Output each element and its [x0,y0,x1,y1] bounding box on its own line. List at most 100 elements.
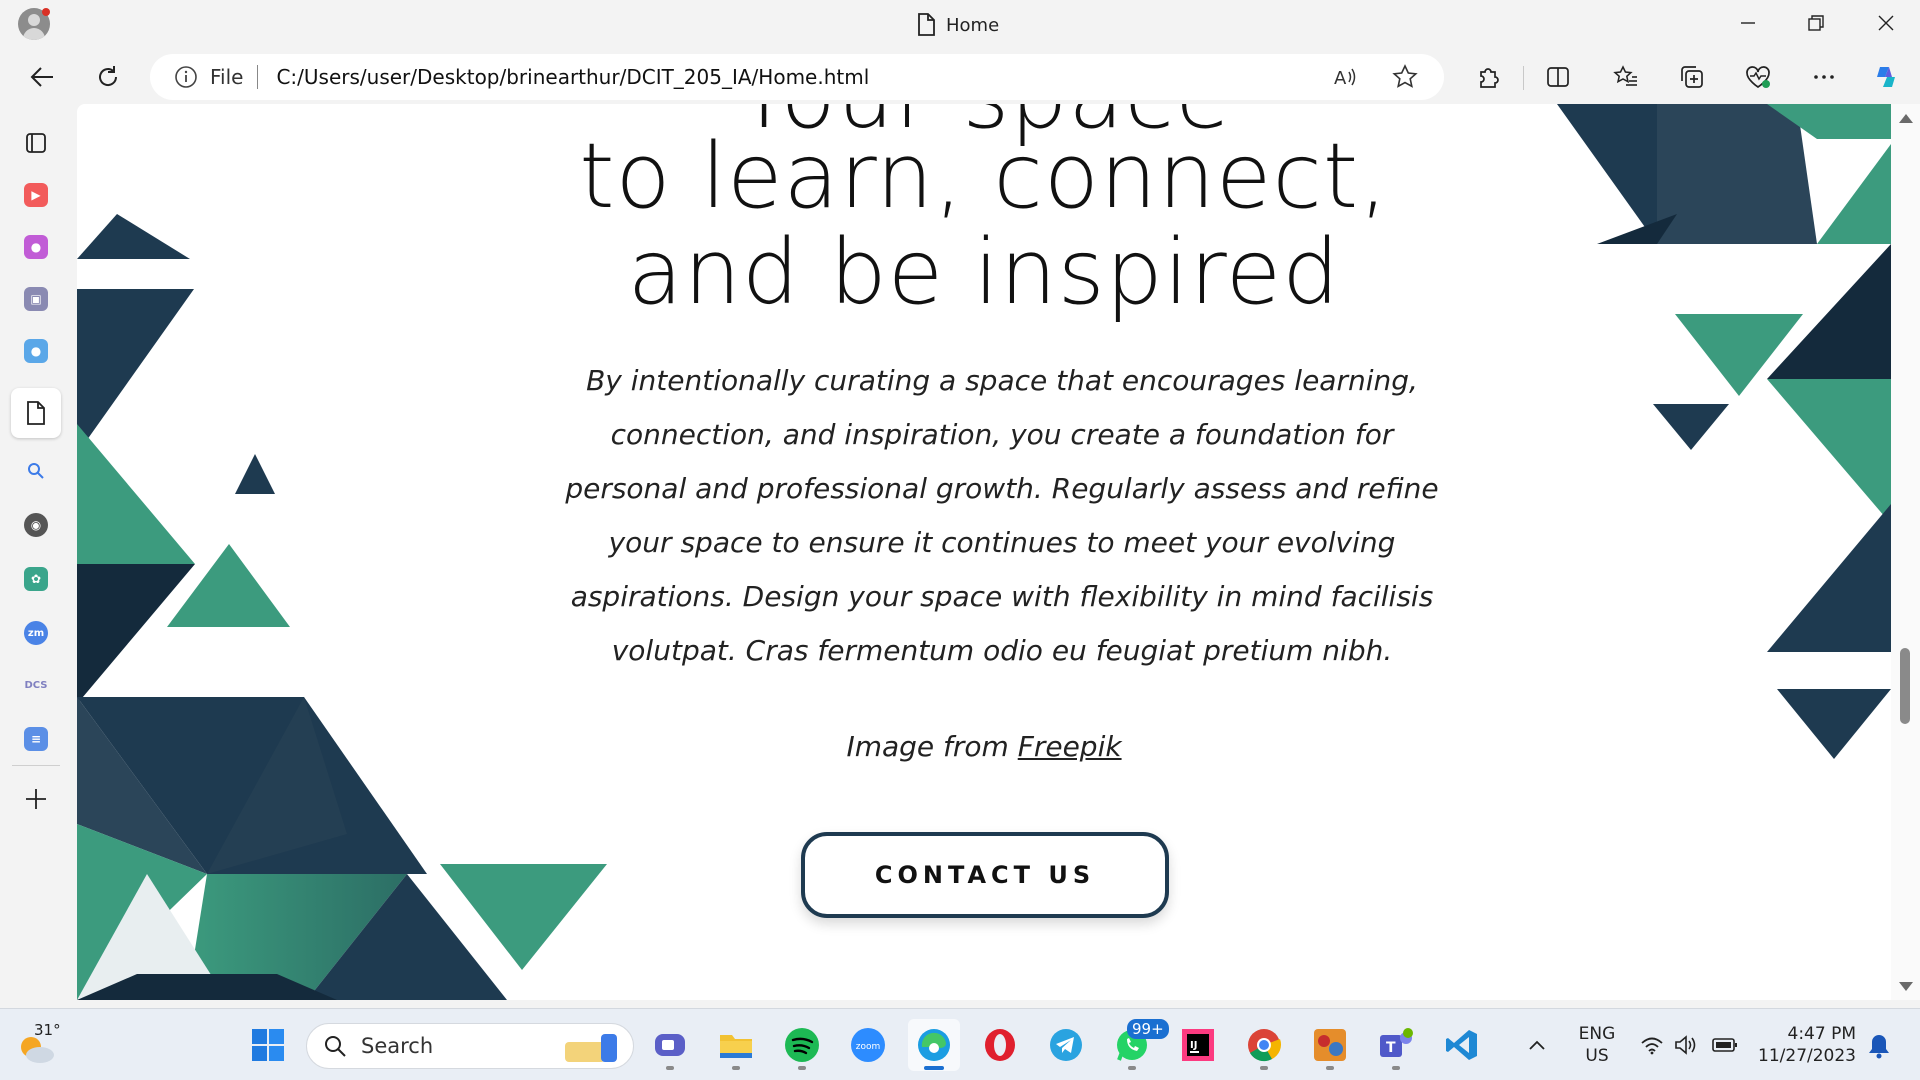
vscode-icon [1446,1030,1477,1060]
language-indicator[interactable]: ENG US [1572,1023,1622,1067]
restore-button[interactable] [1782,0,1850,46]
tab[interactable]: Home [916,12,999,38]
search-icon [325,1036,346,1057]
url-text[interactable]: C:/Users/user/Desktop/brinearthur/DCIT_2… [276,65,869,89]
taskbar-search[interactable]: Search [306,1023,634,1069]
whatsapp-badge: 99+ [1127,1019,1169,1039]
sidebar-item-notes[interactable]: ≡ [11,714,61,764]
spotify-icon [785,1028,819,1062]
title-bar: Home [0,0,1920,50]
sidebar-item-app[interactable]: ▣ [11,274,61,324]
edge-icon [918,1029,950,1061]
taskbar-app-chrome[interactable] [1238,1019,1290,1071]
zoom-icon: zoom [851,1028,885,1062]
games-icon: ● [24,235,48,259]
browser-essentials-button[interactable] [1738,57,1778,97]
teams-icon: T [1380,1028,1413,1057]
page-icon [27,401,45,425]
browser-toolbar: File C:/Users/user/Desktop/brinearthur/D… [0,50,1920,104]
scroll-up-arrow-icon[interactable] [1899,114,1913,123]
hero-heading-line-1: to learn, connect, [579,124,1389,229]
copilot-icon [1877,67,1895,87]
read-aloud-icon[interactable]: A [1330,62,1360,92]
taskbar-app-intellij[interactable]: IJ [1172,1019,1224,1071]
refresh-button[interactable] [88,57,128,97]
notification-bell-icon[interactable] [1868,1033,1890,1059]
running-indicator [1128,1066,1136,1070]
extensions-button[interactable] [1468,57,1508,97]
close-button[interactable] [1852,0,1920,46]
freepik-link[interactable]: Freepik [1018,730,1122,763]
back-button[interactable] [22,57,62,97]
taskbar-app-spotify[interactable] [776,1019,828,1071]
wifi-icon[interactable] [1640,1035,1664,1055]
running-indicator [1326,1066,1334,1070]
collections-button[interactable] [1672,57,1712,97]
intro-paragraph: By intentionally curating a space that e… [565,364,1439,667]
triangle [77,564,195,704]
notification-dot [42,8,50,16]
back-arrow-icon [30,67,53,87]
sidebar-item-games[interactable]: ● [11,222,61,272]
running-indicator [1260,1066,1268,1070]
split-screen-icon [1547,67,1569,87]
plus-icon [26,789,46,809]
running-indicator [1392,1066,1400,1070]
address-bar[interactable]: File C:/Users/user/Desktop/brinearthur/D… [150,54,1444,100]
sidebar-item-tab-actions[interactable] [11,118,61,168]
scheme-label: File [210,65,244,89]
info-icon[interactable] [174,65,198,89]
sidebar-item-page[interactable] [11,388,61,438]
taskbar-app-telegram[interactable] [1040,1019,1092,1071]
battery-icon[interactable] [1712,1037,1738,1053]
refresh-icon [99,66,118,86]
contact-us-button[interactable]: CONTACT US [801,832,1169,918]
chevron-up-icon[interactable] [1528,1039,1546,1051]
sidebar-item-contacts[interactable]: ● [11,326,61,376]
taskbar-app-meet[interactable] [644,1019,696,1071]
contacts-icon: ● [24,339,48,363]
split-screen-button[interactable] [1538,57,1578,97]
sidebar-item-github[interactable]: ◉ [11,500,61,550]
running-indicator [666,1066,674,1070]
search-highlight-icon [565,1034,617,1062]
volume-icon[interactable] [1674,1035,1698,1055]
taskbar-app-teams[interactable]: T [1370,1019,1422,1071]
zoom-icon: zm [24,621,48,645]
running-indicator [924,1066,944,1070]
image-credit: Image from Freepik [77,730,1891,763]
scrollbar-thumb[interactable] [1900,648,1910,724]
sidebar-item-chatgpt[interactable]: ✿ [11,554,61,604]
clock[interactable]: 4:47 PM 11/27/2023 [1756,1023,1856,1067]
sidebar-separator [12,765,60,766]
weather-temp: 31° [34,1021,61,1039]
taskbar-app-opera[interactable] [974,1019,1026,1071]
meet-icon [655,1034,685,1056]
more-button[interactable] [1804,57,1844,97]
sidebar-item-zoom[interactable]: zm [11,608,61,658]
svg-text:T: T [1386,1040,1396,1056]
favorites-button[interactable] [1606,57,1646,97]
sidebar-item-youtube[interactable]: ▶ [11,170,61,220]
scroll-down-arrow-icon[interactable] [1899,982,1913,991]
vertical-scrollbar[interactable] [1891,104,1920,1000]
taskbar-app-file-explorer[interactable] [710,1019,762,1071]
minimize-button[interactable] [1714,0,1782,46]
notes-icon: ≡ [24,727,48,751]
copilot-button[interactable] [1866,57,1906,97]
search-icon [28,463,44,479]
dcs-icon: DCS [24,679,48,691]
sidebar-item-dcs[interactable]: DCS [11,660,61,710]
sidebar-add-button[interactable] [11,774,61,824]
youtube-icon: ▶ [24,183,48,207]
clock-date: 11/27/2023 [1758,1046,1856,1066]
more-icon [1814,75,1834,79]
app-icon: ▣ [24,287,48,311]
taskbar-app-vscode[interactable] [1436,1019,1488,1071]
taskbar-app-game[interactable] [1304,1019,1356,1071]
taskbar-app-edge[interactable] [908,1019,960,1071]
sidebar-item-search[interactable] [11,446,61,496]
taskbar-app-zoom[interactable]: zoom [842,1019,894,1071]
start-button[interactable] [242,1019,294,1071]
favorite-star-icon[interactable] [1390,62,1420,92]
